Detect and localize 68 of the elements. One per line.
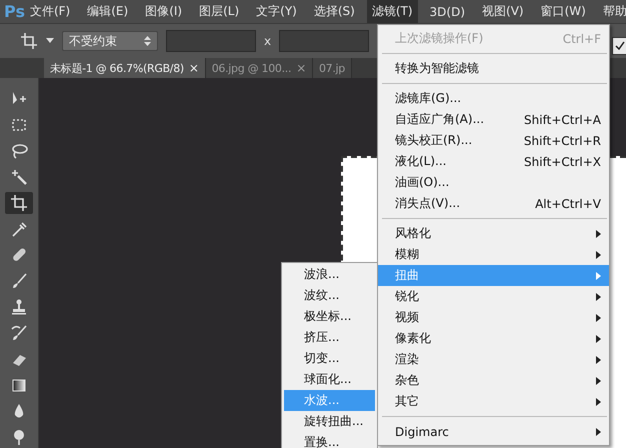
dimension-separator: x — [264, 34, 272, 48]
submenu-arrow-icon — [596, 334, 601, 342]
submenu-arrow-icon — [596, 230, 601, 238]
menu-item[interactable]: 文件(F) — [24, 0, 76, 23]
submenu-arrow-icon — [596, 356, 601, 364]
menu-item[interactable]: 视图(V) — [477, 0, 529, 23]
close-icon[interactable]: × — [188, 61, 199, 76]
menu-entry[interactable]: 杂色 — [378, 370, 609, 391]
submenu-arrow-icon — [596, 428, 601, 436]
submenu-arrow-icon — [596, 250, 601, 258]
menu-entry[interactable]: 其它 — [378, 391, 609, 412]
submenu-arrow-icon — [596, 398, 601, 406]
menu-item[interactable]: 图层(L) — [194, 0, 244, 23]
menu-entry[interactable]: 模糊 — [378, 244, 609, 265]
menu-entry[interactable]: 挤压... — [284, 327, 375, 348]
menu-entry[interactable]: 旋转扭曲... — [284, 411, 375, 432]
tool-button[interactable] — [5, 192, 33, 214]
submenu-arrow-icon — [596, 292, 601, 300]
magic-wand-icon — [10, 168, 28, 186]
menu-entry[interactable]: 消失点(V)... Alt+Ctrl+V — [378, 193, 609, 214]
width-field[interactable] — [166, 30, 256, 52]
brush-icon — [10, 272, 28, 290]
menu-entry[interactable]: 油画(O)... — [378, 172, 609, 193]
menu-item[interactable]: 3D(D) — [424, 2, 470, 22]
menu-entry[interactable]: 液化(L)... Shift+Ctrl+X — [378, 151, 609, 172]
menu-entry[interactable]: 风格化 — [378, 223, 609, 244]
stamp-icon — [10, 298, 28, 316]
menu-item[interactable]: 图像(I) — [140, 0, 188, 23]
menu-entry[interactable]: Digimarc — [378, 421, 609, 442]
menu-entry[interactable]: 滤镜库(G)... — [378, 88, 609, 109]
menu-item[interactable]: 选择(S) — [308, 0, 360, 23]
menu-entry[interactable]: 极坐标... — [284, 306, 375, 327]
lasso-icon — [10, 142, 28, 160]
caret-icon[interactable] — [46, 38, 54, 44]
menu-entry[interactable]: 像素化 — [378, 328, 609, 349]
history-brush-icon — [10, 324, 28, 342]
submenu-arrow-icon — [596, 272, 601, 280]
menu-entry[interactable]: 渲染 — [378, 349, 609, 370]
menu-entry[interactable]: 镜头校正(R)... Shift+Ctrl+R — [378, 130, 609, 151]
eyedropper-icon — [10, 220, 28, 238]
menu-entry[interactable]: 视频 — [378, 307, 609, 328]
ratio-select[interactable]: 不受约束 — [62, 31, 158, 52]
document-tab[interactable]: 06.jpg @ 100... × — [206, 58, 313, 78]
marquee-icon — [10, 116, 28, 134]
checkbox[interactable] — [612, 37, 626, 55]
document-tab[interactable]: 07.jp — [312, 58, 352, 78]
app-logo: Ps — [4, 2, 25, 21]
document-tab[interactable]: 未标题-1 @ 66.7%(RGB/8) × — [44, 58, 206, 78]
menu-item[interactable]: 编辑(E) — [82, 0, 134, 23]
height-field[interactable] — [279, 30, 370, 52]
close-icon[interactable]: × — [296, 61, 306, 76]
menu-item[interactable]: 文字(Y) — [251, 0, 302, 23]
submenu-arrow-icon — [596, 376, 601, 384]
crop-icon[interactable] — [20, 32, 38, 50]
menu-item[interactable]: 窗口(W) — [536, 0, 591, 23]
menu-entry[interactable]: 转换为智能滤镜 — [378, 58, 609, 79]
menu-entry[interactable]: 锐化 — [378, 286, 609, 307]
menu-entry[interactable]: 球面化... — [284, 369, 375, 390]
menu-entry[interactable]: 自适应广角(A)... Shift+Ctrl+A — [378, 109, 609, 130]
menu-entry[interactable]: 波纹... — [284, 285, 375, 306]
menu-item[interactable]: 帮助 — [598, 0, 626, 23]
submenu-arrow-icon — [596, 314, 601, 322]
crop-icon — [10, 194, 28, 212]
menu-entry[interactable]: 切变... — [284, 348, 375, 369]
menu-entry[interactable]: 波浪... — [284, 264, 375, 285]
menu-entry[interactable]: 置换... — [284, 432, 375, 448]
spinner-arrows-icon — [144, 36, 151, 46]
menu-item[interactable]: 滤镜(T) — [366, 0, 418, 23]
